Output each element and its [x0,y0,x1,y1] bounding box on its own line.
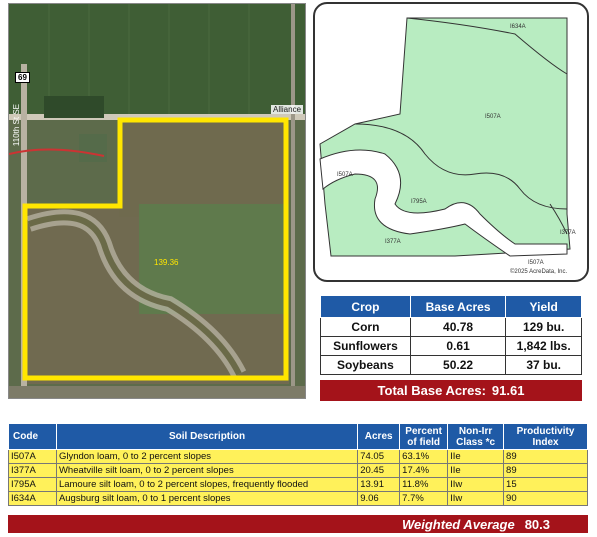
soil-map-drawing [319,17,571,257]
acres-header: Acres [357,423,401,450]
soil-unit-label: I377A [560,230,576,236]
soil-percent: 63.1% [399,449,449,464]
aerial-photo: 69 110th St SE Alliance 139.36 [8,3,306,399]
soil-productivity: 89 [503,449,588,464]
soil-class: IIe [447,449,505,464]
soil-unit-label: I634A [510,24,526,30]
table-row: I634A Augsburg silt loam, 0 to 1 percent… [8,491,588,506]
soil-unit-label: I507A [528,260,544,266]
base-acres: 50.22 [409,355,507,375]
weighted-average-value: 80.3 [524,516,550,532]
total-label: Total Base Acres: [377,383,486,398]
yield-header: Yield [505,295,582,318]
soil-percent: 17.4% [399,463,449,478]
soil-unit-label: I377A [385,239,401,245]
code-header: Code [8,423,57,450]
soil-productivity: 90 [503,491,588,506]
description-header: Soil Description [55,423,359,450]
soil-description: Glyndon loam, 0 to 2 percent slopes [55,449,359,464]
crop-yield: 37 bu. [505,355,582,375]
table-row: I795A Lamoure silt loam, 0 to 2 percent … [8,477,588,492]
soil-unit-label: I507A [337,172,353,178]
soil-acres: 13.91 [357,477,401,492]
soil-unit-label: I507A [485,114,501,120]
crop-name: Sunflowers [320,336,411,356]
soil-code: I634A [8,491,57,506]
productivity-header: Productivity Index [503,423,588,450]
soil-code: I377A [8,463,57,478]
soil-percent: 7.7% [399,491,449,506]
road-marker: 69 [15,72,30,83]
aerial-image [9,4,305,398]
soil-class: IIw [447,477,505,492]
soil-acres: 74.05 [357,449,401,464]
field-acres-label: 139.36 [154,258,179,267]
crop-yield: 129 bu. [505,317,582,337]
soil-productivity: 15 [503,477,588,492]
base-acres: 40.78 [409,317,507,337]
weighted-average-label: Weighted Average [401,516,515,532]
base-acres: 0.61 [409,336,507,356]
class-header: Non-Irr Class *c [447,423,505,450]
base-acres-header: Base Acres [409,295,507,318]
soil-percent: 11.8% [399,477,449,492]
crop-name: Soybeans [320,355,411,375]
town-label: Alliance [271,105,304,114]
crop-name: Corn [320,317,411,337]
table-row: Corn 40.78 129 bu. [320,317,582,337]
soil-description: Lamoure silt loam, 0 to 2 percent slopes… [55,477,359,492]
table-row: I377A Wheatville silt loam, 0 to 2 perce… [8,463,588,478]
weighted-average-bar: Weighted Average 80.3 [8,515,588,533]
soil-acres: 9.06 [357,491,401,506]
soil-description: Augsburg silt loam, 0 to 1 percent slope… [55,491,359,506]
soil-productivity: 89 [503,463,588,478]
road-label: 110th St SE [12,104,21,147]
crop-header: Crop [320,295,411,318]
total-base-acres-bar: Total Base Acres: 91.61 [320,380,582,401]
soil-map: I634A I507A I507A I795A I377A I377A I507… [313,2,589,282]
crop-base-table: Crop Base Acres Yield Corn 40.78 129 bu.… [320,295,582,375]
soil-acres: 20.45 [357,463,401,478]
soil-unit-label: I795A [411,199,427,205]
soil-class: IIw [447,491,505,506]
table-row: I507A Glyndon loam, 0 to 2 percent slope… [8,449,588,464]
soil-code: I507A [8,449,57,464]
map-copyright: ©2025 AcreData, Inc. [510,269,568,275]
soil-code: I795A [8,477,57,492]
table-row: Sunflowers 0.61 1,842 lbs. [320,336,582,356]
total-value: 91.61 [491,383,525,398]
table-row: Soybeans 50.22 37 bu. [320,355,582,375]
soil-description: Wheatville silt loam, 0 to 2 percent slo… [55,463,359,478]
percent-header: Percent of field [399,423,449,450]
soil-class: IIe [447,463,505,478]
soil-table: Code Soil Description Acres Percent of f… [8,423,588,506]
crop-yield: 1,842 lbs. [505,336,582,356]
